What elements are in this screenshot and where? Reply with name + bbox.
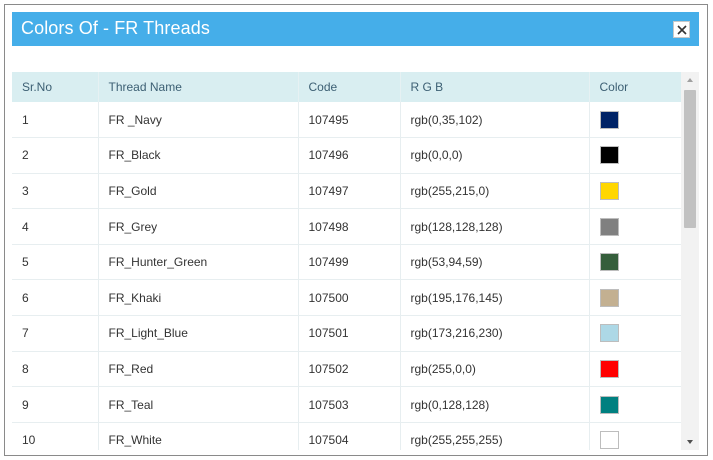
color-swatch xyxy=(599,110,619,129)
cell-rgb: rgb(255,255,255) xyxy=(400,422,590,450)
cell-color xyxy=(589,315,681,352)
cell-code: 107497 xyxy=(298,173,401,210)
cell-rgb: rgb(255,215,0) xyxy=(400,173,590,210)
cell-code: 107501 xyxy=(298,315,401,352)
cell-color xyxy=(589,173,681,210)
color-swatch xyxy=(599,359,619,378)
threads-table: Sr.No Thread Name Code R G B Color 1 FR _… xyxy=(12,72,681,450)
color-swatch xyxy=(599,217,619,236)
cell-sr-no: 2 xyxy=(12,137,99,174)
color-swatch xyxy=(599,324,619,343)
color-swatch xyxy=(599,146,619,165)
cell-color xyxy=(589,279,681,317)
vertical-scrollbar[interactable] xyxy=(681,72,699,450)
cell-code: 107502 xyxy=(298,351,401,388)
cell-sr-no: 10 xyxy=(12,422,99,450)
color-swatch xyxy=(599,253,619,272)
dialog-title: Colors Of - FR Threads xyxy=(21,18,210,38)
cell-code: 107498 xyxy=(298,208,401,245)
table-row[interactable]: 2 FR_Black 107496 rgb(0,0,0) xyxy=(12,137,681,174)
table-row[interactable]: 5 FR_Hunter_Green 107499 rgb(53,94,59) xyxy=(12,244,681,281)
cell-sr-no: 7 xyxy=(12,315,99,352)
cell-thread-name: FR_Light_Blue xyxy=(98,315,299,352)
triangle-down-icon xyxy=(687,440,693,444)
scroll-up-button[interactable] xyxy=(681,72,699,88)
header-rgb: R G B xyxy=(400,72,590,102)
close-icon xyxy=(677,25,687,35)
header-color: Color xyxy=(589,72,681,102)
threads-table-container: Sr.No Thread Name Code R G B Color 1 FR _… xyxy=(12,72,681,450)
triangle-up-icon xyxy=(687,78,693,82)
cell-thread-name: FR _Navy xyxy=(98,102,299,139)
table-row[interactable]: 6 FR_Khaki 107500 rgb(195,176,145) xyxy=(12,279,681,317)
table-row[interactable]: 3 FR_Gold 107497 rgb(255,215,0) xyxy=(12,173,681,210)
close-button[interactable] xyxy=(673,21,690,38)
cell-rgb: rgb(173,216,230) xyxy=(400,315,590,352)
cell-rgb: rgb(128,128,128) xyxy=(400,208,590,245)
color-swatch xyxy=(599,181,619,200)
cell-color xyxy=(589,244,681,281)
header-thread-name: Thread Name xyxy=(98,72,299,102)
scrollbar-thumb[interactable] xyxy=(684,90,696,228)
cell-rgb: rgb(255,0,0) xyxy=(400,351,590,388)
cell-thread-name: FR_Khaki xyxy=(98,279,299,317)
table-row[interactable]: 10 FR_White 107504 rgb(255,255,255) xyxy=(12,422,681,450)
header-sr-no: Sr.No xyxy=(12,72,99,102)
cell-thread-name: FR_White xyxy=(98,422,299,450)
cell-sr-no: 1 xyxy=(12,102,99,139)
cell-code: 107504 xyxy=(298,422,401,450)
cell-code: 107500 xyxy=(298,279,401,317)
table-row[interactable]: 4 FR_Grey 107498 rgb(128,128,128) xyxy=(12,208,681,245)
cell-rgb: rgb(0,0,0) xyxy=(400,137,590,174)
color-swatch xyxy=(599,395,619,414)
cell-code: 107496 xyxy=(298,137,401,174)
cell-code: 107499 xyxy=(298,244,401,281)
cell-thread-name: FR_Grey xyxy=(98,208,299,245)
cell-thread-name: FR_Black xyxy=(98,137,299,174)
dialog-title-bar: Colors Of - FR Threads xyxy=(12,12,699,46)
cell-color xyxy=(589,137,681,174)
cell-thread-name: FR_Teal xyxy=(98,386,299,423)
cell-sr-no: 4 xyxy=(12,208,99,245)
colors-dialog: Colors Of - FR Threads Sr.No Thread Name… xyxy=(12,12,699,450)
cell-rgb: rgb(195,176,145) xyxy=(400,279,590,317)
color-swatch xyxy=(599,288,619,307)
cell-sr-no: 5 xyxy=(12,244,99,281)
table-row[interactable]: 8 FR_Red 107502 rgb(255,0,0) xyxy=(12,351,681,388)
cell-thread-name: FR_Gold xyxy=(98,173,299,210)
cell-code: 107503 xyxy=(298,386,401,423)
cell-color xyxy=(589,102,681,139)
cell-color xyxy=(589,422,681,450)
cell-rgb: rgb(0,35,102) xyxy=(400,102,590,139)
cell-sr-no: 3 xyxy=(12,173,99,210)
cell-code: 107495 xyxy=(298,102,401,139)
cell-color xyxy=(589,386,681,423)
color-swatch xyxy=(599,431,619,450)
cell-sr-no: 9 xyxy=(12,386,99,423)
scroll-down-button[interactable] xyxy=(681,434,699,450)
cell-sr-no: 8 xyxy=(12,351,99,388)
header-code: Code xyxy=(298,72,401,102)
table-row[interactable]: 1 FR _Navy 107495 rgb(0,35,102) xyxy=(12,102,681,139)
cell-thread-name: FR_Red xyxy=(98,351,299,388)
cell-color xyxy=(589,351,681,388)
cell-color xyxy=(589,208,681,245)
cell-rgb: rgb(0,128,128) xyxy=(400,386,590,423)
cell-sr-no: 6 xyxy=(12,279,99,317)
table-header-row: Sr.No Thread Name Code R G B Color xyxy=(12,72,681,102)
cell-rgb: rgb(53,94,59) xyxy=(400,244,590,281)
cell-thread-name: FR_Hunter_Green xyxy=(98,244,299,281)
table-row[interactable]: 9 FR_Teal 107503 rgb(0,128,128) xyxy=(12,386,681,423)
table-row[interactable]: 7 FR_Light_Blue 107501 rgb(173,216,230) xyxy=(12,315,681,352)
